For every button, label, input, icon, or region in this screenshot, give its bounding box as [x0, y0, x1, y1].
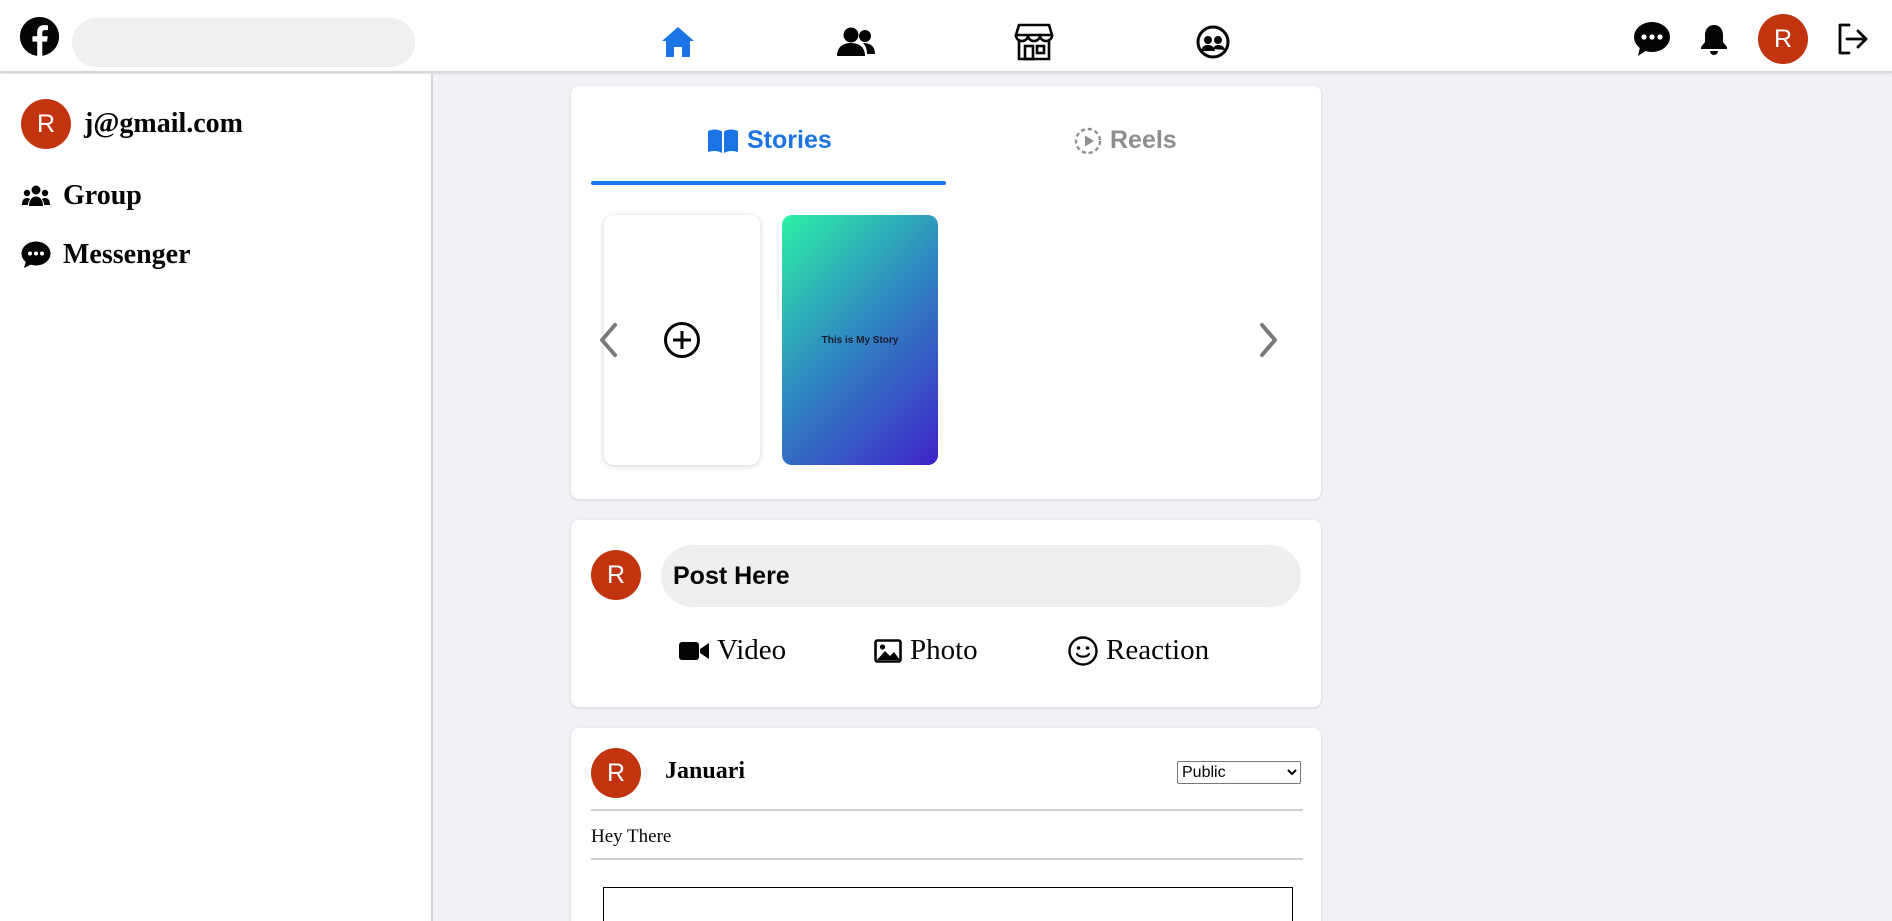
smile-icon	[1068, 635, 1098, 666]
sidebar-item-label: Messenger	[63, 239, 191, 270]
book-open-icon	[708, 129, 738, 153]
action-label: Photo	[910, 634, 978, 666]
post-text: Hey There	[591, 826, 672, 847]
reels-icon	[1074, 127, 1102, 154]
tab-label: Stories	[747, 126, 832, 154]
stories-card: Stories Reels This is My Story	[571, 86, 1321, 499]
bell-icon[interactable]	[1698, 18, 1730, 60]
action-label: Video	[717, 634, 787, 666]
tab-reels[interactable]: Reels	[1074, 126, 1177, 155]
group-icon	[21, 181, 51, 211]
search-input[interactable]	[72, 18, 415, 67]
facebook-logo-icon[interactable]	[20, 17, 59, 56]
story-card[interactable]: This is My Story	[782, 215, 938, 465]
tab-stories[interactable]: Stories	[707, 126, 832, 155]
messenger-icon[interactable]	[1632, 18, 1672, 60]
photo-button[interactable]: Photo	[874, 634, 978, 667]
marketplace-icon[interactable]	[1014, 22, 1054, 62]
post-card: R Januari Public Hey There	[571, 728, 1321, 921]
action-label: Reaction	[1106, 634, 1210, 666]
reaction-button[interactable]: Reaction	[1068, 634, 1209, 667]
sidebar-profile[interactable]: R j@gmail.com	[21, 99, 243, 149]
logout-icon[interactable]	[1834, 18, 1870, 60]
sidebar-item-group[interactable]: Group	[21, 180, 142, 212]
create-story-card[interactable]	[604, 215, 760, 465]
post-composer: R Video Photo Rea	[571, 520, 1321, 707]
tab-label: Reels	[1110, 126, 1177, 154]
photo-icon	[874, 638, 902, 663]
video-icon	[679, 641, 709, 661]
avatar-initial: R	[1758, 14, 1808, 64]
left-sidebar: R j@gmail.com Group Messenger	[0, 74, 433, 921]
story-text: This is My Story	[821, 334, 899, 346]
avatar: R	[591, 550, 641, 600]
active-tab-indicator	[591, 181, 946, 185]
avatar: R	[21, 99, 71, 149]
plus-circle-icon	[664, 322, 700, 358]
sidebar-user-email: j@gmail.com	[84, 108, 244, 139]
sidebar-item-label: Group	[63, 180, 142, 211]
avatar: R	[591, 748, 641, 798]
friends-icon[interactable]	[836, 22, 876, 62]
home-icon[interactable]	[658, 22, 698, 62]
groups-icon[interactable]	[1193, 22, 1233, 62]
divider	[591, 809, 1303, 811]
chevron-left-icon[interactable]	[590, 318, 626, 362]
post-input[interactable]	[661, 545, 1301, 607]
chevron-right-icon[interactable]	[1251, 318, 1287, 362]
profile-avatar[interactable]: R	[1758, 14, 1808, 64]
divider	[591, 858, 1303, 860]
messenger-icon	[21, 240, 51, 270]
video-button[interactable]: Video	[679, 634, 786, 667]
sidebar-item-messenger[interactable]: Messenger	[21, 239, 191, 271]
top-navbar: R	[0, 0, 1892, 73]
privacy-select[interactable]: Public	[1177, 761, 1301, 784]
post-media	[603, 887, 1293, 921]
post-author: Januari	[665, 758, 746, 784]
